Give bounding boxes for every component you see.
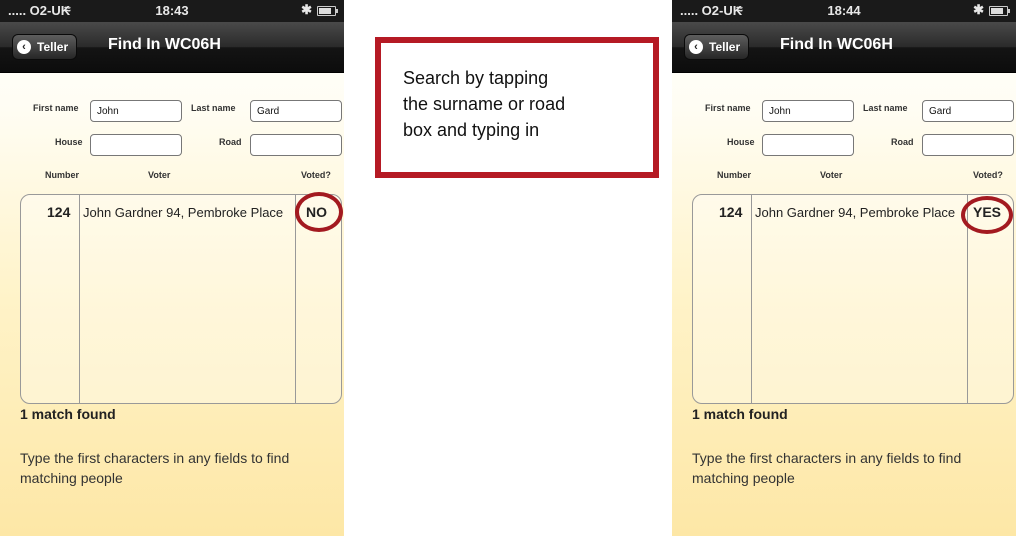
voter-name-address[interactable]: John Gardner 94, Pembroke Place [83, 205, 293, 220]
battery-icon [317, 6, 338, 16]
column-header-voter: Voter [820, 170, 843, 180]
status-bar: ..... O2-UK ≈ 18:43 ✱ [0, 0, 344, 22]
page-title: Find In WC06H [780, 36, 893, 53]
match-count: 1 match found [692, 406, 788, 422]
bluetooth-icon: ✱ [301, 2, 312, 17]
highlight-circle [295, 192, 343, 232]
chevron-left-icon: ‹ [689, 40, 703, 54]
back-button[interactable]: ‹ Teller [12, 34, 78, 60]
column-header-voted: Voted? [973, 170, 1003, 180]
house-field[interactable] [90, 134, 182, 156]
first-name-field[interactable]: John [90, 100, 182, 122]
battery-icon [989, 6, 1010, 16]
match-count: 1 match found [20, 406, 116, 422]
house-label: House [55, 137, 83, 147]
first-name-label: First name [705, 103, 751, 113]
last-name-field[interactable]: Gard [250, 100, 342, 122]
last-name-label: Last name [191, 103, 236, 113]
first-name-field[interactable]: John [762, 100, 854, 122]
house-label: House [727, 137, 755, 147]
road-label: Road [219, 137, 242, 147]
column-divider [295, 195, 296, 403]
column-header-voter: Voter [148, 170, 171, 180]
road-label: Road [891, 137, 914, 147]
voter-name-address[interactable]: John Gardner 94, Pembroke Place [755, 205, 965, 220]
house-field[interactable] [762, 134, 854, 156]
right-phone-screen: ..... O2-UK ≈ 18:44 ✱ ‹ Teller Find In W… [672, 0, 1016, 536]
voter-number: 124 [47, 204, 71, 220]
bluetooth-icon: ✱ [973, 2, 984, 17]
chevron-left-icon: ‹ [17, 40, 31, 54]
voter-number: 124 [719, 204, 743, 220]
help-text: Type the first characters in any fields … [692, 450, 962, 486]
back-button-label: Teller [709, 40, 741, 54]
road-field[interactable] [922, 134, 1014, 156]
road-field[interactable] [250, 134, 342, 156]
results-table: 124 John Gardner 94, Pembroke Place NO [20, 194, 342, 404]
column-header-number: Number [45, 170, 80, 180]
first-name-label: First name [33, 103, 79, 113]
help-text: Type the first characters in any fields … [20, 450, 290, 486]
back-button-label: Teller [37, 40, 69, 54]
left-phone-screen: ..... O2-UK ≈ 18:43 ✱ ‹ Teller Find In W… [0, 0, 344, 536]
callout-text: Search by tapping the surname or road bo… [403, 68, 566, 140]
page-title: Find In WC06H [108, 36, 221, 53]
column-divider [751, 195, 752, 403]
instruction-callout: Search by tapping the surname or road bo… [375, 37, 659, 178]
column-header-number: Number [717, 170, 752, 180]
last-name-label: Last name [863, 103, 908, 113]
navigation-bar: ‹ Teller Find In WC06H [0, 22, 344, 73]
column-header-voted: Voted? [301, 170, 331, 180]
highlight-circle [961, 196, 1013, 234]
clock-time: 18:44 [827, 3, 861, 18]
status-bar: ..... O2-UK ≈ 18:44 ✱ [672, 0, 1016, 22]
clock-time: 18:43 [155, 3, 189, 18]
back-button[interactable]: ‹ Teller [684, 34, 750, 60]
last-name-field[interactable]: Gard [922, 100, 1014, 122]
column-divider [79, 195, 80, 403]
navigation-bar: ‹ Teller Find In WC06H [672, 22, 1016, 73]
